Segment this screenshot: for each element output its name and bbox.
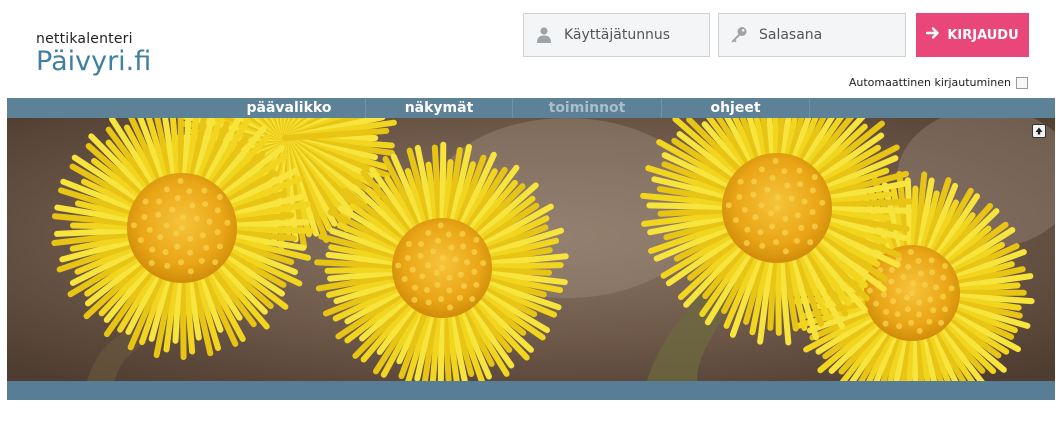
nav-item-ohjeet[interactable]: ohjeet bbox=[662, 98, 810, 118]
banner-image bbox=[7, 118, 1055, 381]
auto-login-checkbox[interactable] bbox=[1016, 76, 1028, 89]
site-logo[interactable]: nettikalenteri Päivyri.fi bbox=[36, 31, 151, 77]
key-icon bbox=[719, 14, 759, 56]
flowers-illustration bbox=[7, 118, 1055, 381]
scroll-top-button[interactable] bbox=[1032, 124, 1046, 138]
logo-title: Päivyri.fi bbox=[36, 46, 152, 77]
logo-tagline: nettikalenteri bbox=[36, 31, 133, 47]
user-icon bbox=[524, 14, 564, 56]
password-field[interactable] bbox=[718, 13, 906, 57]
banner-bottom-bar bbox=[7, 381, 1055, 400]
nav-item-toiminnot: toiminnot bbox=[513, 98, 662, 118]
username-field[interactable] bbox=[523, 13, 710, 57]
arrow-right-icon bbox=[926, 27, 940, 43]
nav-item-nakymat[interactable]: näkymät bbox=[366, 98, 513, 118]
password-input[interactable] bbox=[759, 27, 899, 43]
auto-login-option[interactable]: Automaattinen kirjautuminen bbox=[849, 76, 1028, 89]
arrow-up-icon bbox=[1035, 127, 1043, 135]
username-input[interactable] bbox=[564, 27, 704, 43]
auto-login-label: Automaattinen kirjautuminen bbox=[848, 76, 1011, 89]
main-nav: päävalikko näkymät toiminnot ohjeet bbox=[7, 98, 1055, 118]
login-button-label: KIRJAUDU bbox=[947, 27, 1019, 43]
login-button[interactable]: KIRJAUDU bbox=[916, 13, 1029, 57]
nav-item-paavalikko[interactable]: päävalikko bbox=[213, 98, 366, 118]
